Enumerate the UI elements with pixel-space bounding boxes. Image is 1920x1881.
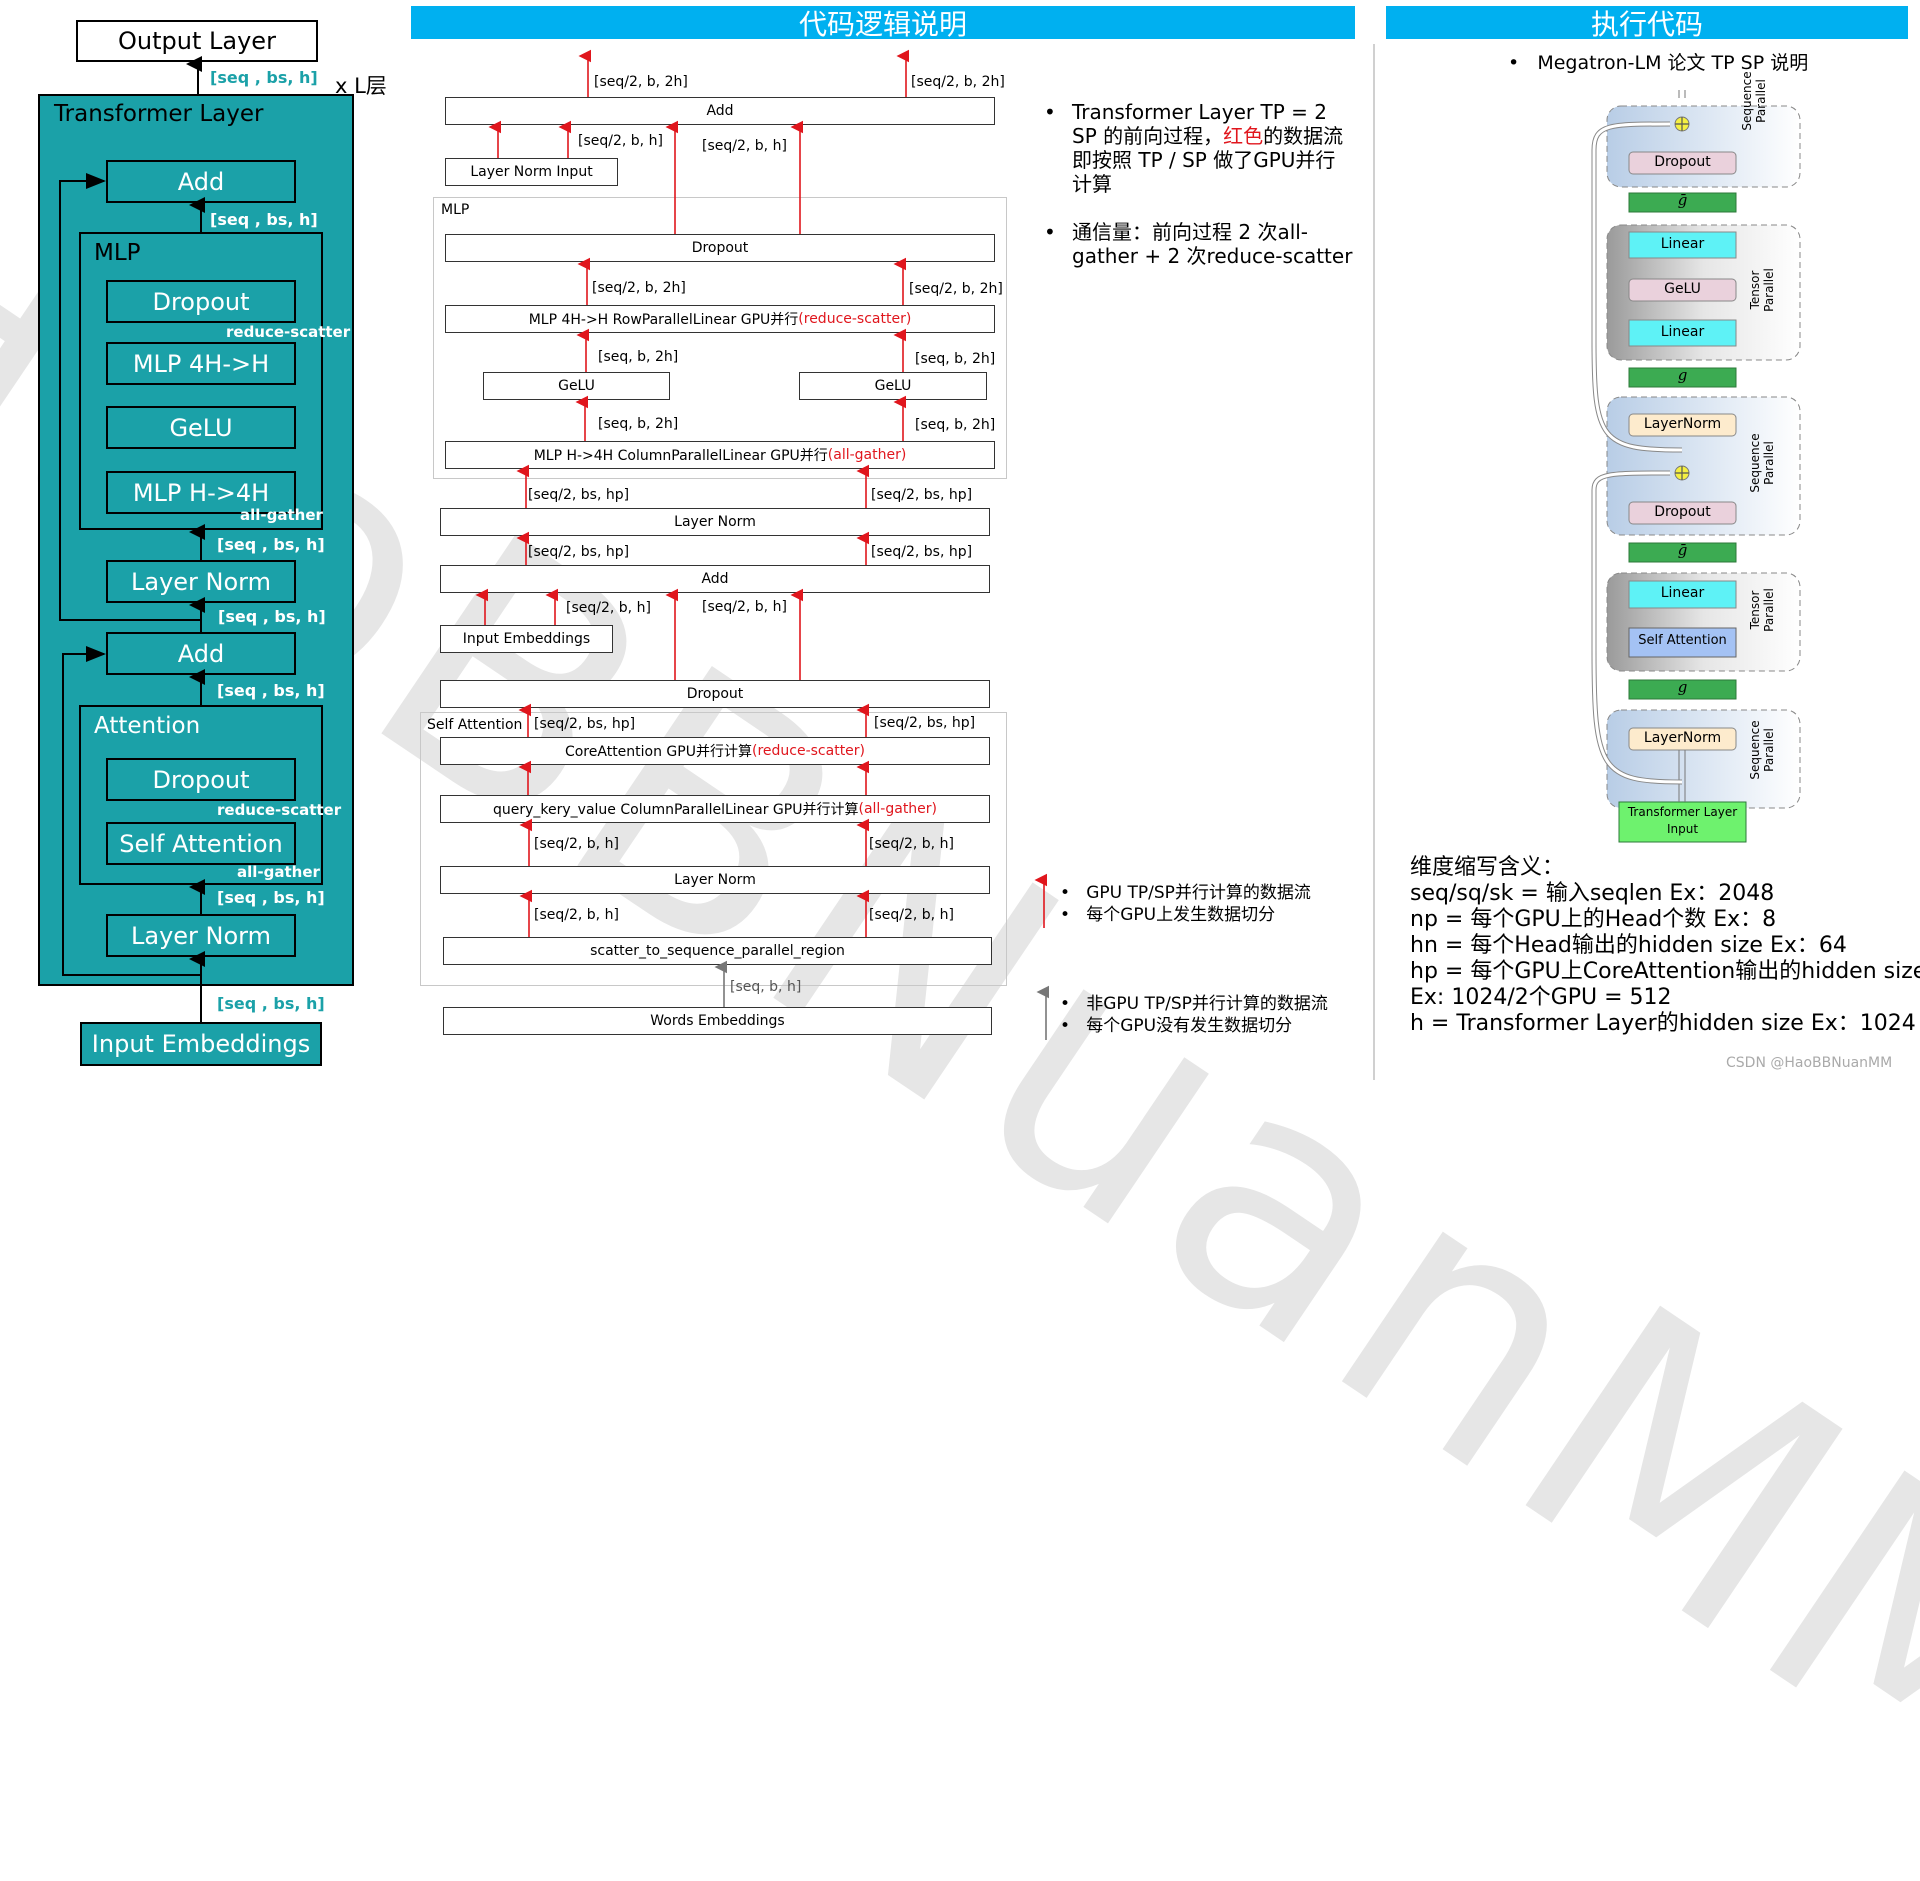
- fig-self-attention: Self Attention: [1638, 633, 1727, 648]
- fig-sp-label-1: Sequence Parallel: [1740, 71, 1768, 131]
- fig-g-2: g: [1677, 678, 1688, 696]
- fig-sp-label-3: Sequence Parallel: [1748, 720, 1776, 780]
- abbrev-line: Ex: 1024/2个GPU = 512: [1410, 985, 1672, 1010]
- fig-dropout-2: Dropout: [1654, 504, 1711, 520]
- fig-layernorm-1: LayerNorm: [1643, 416, 1722, 432]
- fig-sp-label-2: Sequence Parallel: [1748, 433, 1776, 493]
- abbrev-line: seq/sq/sk = 输入seqlen Ex：2048: [1410, 881, 1775, 906]
- abbrev-block: 维度缩写含义： seq/sq/sk = 输入seqlen Ex：2048 np …: [1410, 855, 1920, 1037]
- abbrev-line: h = Transformer Layer的hidden size Ex：102…: [1410, 1011, 1916, 1036]
- abbrev-line: np = 每个GPU上的Head个数 Ex：8: [1410, 907, 1777, 932]
- fig-linear-1: Linear: [1660, 236, 1705, 252]
- fig-dropout-1: Dropout: [1654, 154, 1711, 170]
- abbrev-line: hp = 每个GPU上CoreAttention输出的hidden size: [1410, 959, 1920, 984]
- fig-g-bar-1: ḡ: [1677, 191, 1688, 209]
- fig-input: Transformer Layer Input: [1627, 805, 1738, 836]
- megatron-figure: Dropout ḡ Linear GeLU Linear g LayerNorm…: [1590, 71, 1820, 850]
- abbrev-line: hn = 每个Head输出的hidden size Ex：64: [1410, 933, 1847, 958]
- right-header: 执行代码: [1386, 6, 1908, 41]
- abbrev-title: 维度缩写含义：: [1410, 855, 1565, 880]
- fig-g-bar-2: ḡ: [1677, 541, 1688, 559]
- sequence-parallel-block: [1606, 105, 1801, 188]
- fig-layernorm-2: LayerNorm: [1643, 730, 1722, 746]
- fig-gelu: GeLU: [1664, 281, 1701, 297]
- fig-tp-label-1: Tensor Parallel: [1748, 268, 1776, 312]
- fig-g-1: g: [1677, 366, 1688, 384]
- fig-linear-2: Linear: [1660, 324, 1705, 340]
- right-panel: 执行代码 • Megatron-LM 论文 TP SP 说明 Dropout ḡ…: [0, 0, 1920, 1080]
- fig-linear-3: Linear: [1660, 585, 1705, 601]
- credit: CSDN @HaoBBNuanMM: [1726, 1055, 1893, 1071]
- fig-tp-label-2: Tensor Parallel: [1748, 588, 1776, 632]
